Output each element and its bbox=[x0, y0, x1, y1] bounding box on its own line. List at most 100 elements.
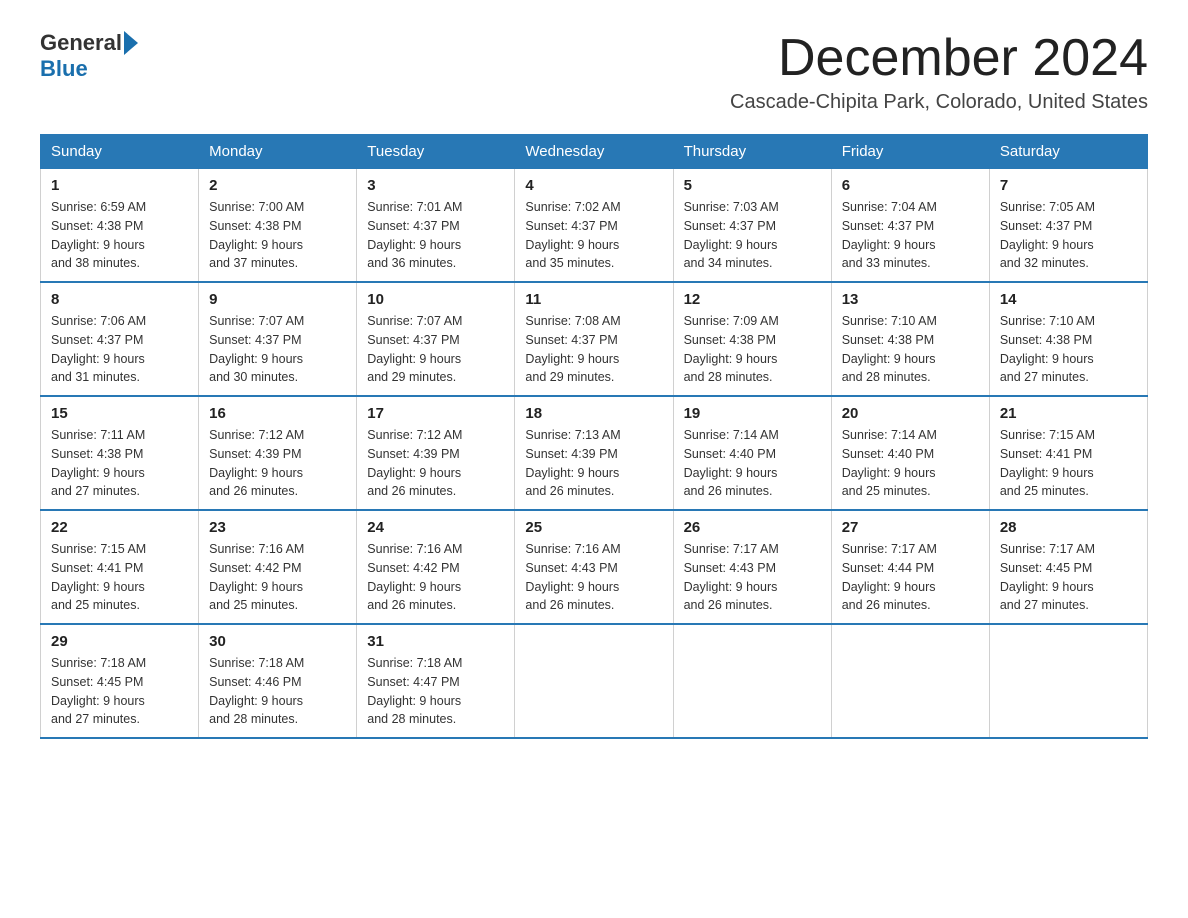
day-info: Sunrise: 7:12 AMSunset: 4:39 PMDaylight:… bbox=[209, 426, 346, 501]
day-number: 19 bbox=[684, 405, 821, 422]
day-number: 16 bbox=[209, 405, 346, 422]
day-info: Sunrise: 7:15 AMSunset: 4:41 PMDaylight:… bbox=[51, 540, 188, 615]
day-info: Sunrise: 7:09 AMSunset: 4:38 PMDaylight:… bbox=[684, 312, 821, 387]
day-number: 31 bbox=[367, 633, 504, 650]
calendar-cell: 15 Sunrise: 7:11 AMSunset: 4:38 PMDayligh… bbox=[41, 396, 199, 510]
day-number: 4 bbox=[525, 177, 662, 194]
day-info: Sunrise: 6:59 AMSunset: 4:38 PMDaylight:… bbox=[51, 198, 188, 273]
day-number: 13 bbox=[842, 291, 979, 308]
day-number: 15 bbox=[51, 405, 188, 422]
day-number: 7 bbox=[1000, 177, 1137, 194]
day-number: 17 bbox=[367, 405, 504, 422]
day-number: 22 bbox=[51, 519, 188, 536]
day-number: 20 bbox=[842, 405, 979, 422]
day-number: 3 bbox=[367, 177, 504, 194]
day-info: Sunrise: 7:07 AMSunset: 4:37 PMDaylight:… bbox=[209, 312, 346, 387]
calendar-cell: 22 Sunrise: 7:15 AMSunset: 4:41 PMDayligh… bbox=[41, 510, 199, 624]
calendar-cell: 8Sunrise: 7:06 AMSunset: 4:37 PMDaylight… bbox=[41, 282, 199, 396]
location-title: Cascade-Chipita Park, Colorado, United S… bbox=[730, 91, 1148, 114]
day-info: Sunrise: 7:02 AMSunset: 4:37 PMDaylight:… bbox=[525, 198, 662, 273]
day-info: Sunrise: 7:16 AMSunset: 4:42 PMDaylight:… bbox=[209, 540, 346, 615]
calendar-cell: 19Sunrise: 7:14 AMSunset: 4:40 PMDayligh… bbox=[673, 396, 831, 510]
day-info: Sunrise: 7:10 AMSunset: 4:38 PMDaylight:… bbox=[842, 312, 979, 387]
calendar-cell: 7 Sunrise: 7:05 AMSunset: 4:37 PMDaylight… bbox=[989, 169, 1147, 283]
day-info: Sunrise: 7:00 AMSunset: 4:38 PMDaylight:… bbox=[209, 198, 346, 273]
day-info: Sunrise: 7:16 AMSunset: 4:42 PMDaylight:… bbox=[367, 540, 504, 615]
day-info: Sunrise: 7:17 AMSunset: 4:43 PMDaylight:… bbox=[684, 540, 821, 615]
calendar-cell: 5Sunrise: 7:03 AMSunset: 4:37 PMDaylight… bbox=[673, 169, 831, 283]
calendar-cell: 29Sunrise: 7:18 AMSunset: 4:45 PMDayligh… bbox=[41, 624, 199, 738]
day-info: Sunrise: 7:13 AMSunset: 4:39 PMDaylight:… bbox=[525, 426, 662, 501]
logo-blue-text: Blue bbox=[40, 56, 88, 81]
day-number: 26 bbox=[684, 519, 821, 536]
calendar-cell: 17 Sunrise: 7:12 AMSunset: 4:39 PMDayligh… bbox=[357, 396, 515, 510]
logo-arrow-icon bbox=[124, 31, 138, 55]
page-header: General Blue December 2024 Cascade-Chipi… bbox=[40, 30, 1148, 114]
calendar-cell: 26 Sunrise: 7:17 AMSunset: 4:43 PMDayligh… bbox=[673, 510, 831, 624]
calendar-cell: 9 Sunrise: 7:07 AMSunset: 4:37 PMDaylight… bbox=[199, 282, 357, 396]
header-tuesday: Tuesday bbox=[357, 135, 515, 169]
day-number: 10 bbox=[367, 291, 504, 308]
calendar-cell: 21Sunrise: 7:15 AMSunset: 4:41 PMDayligh… bbox=[989, 396, 1147, 510]
month-title: December 2024 bbox=[730, 30, 1148, 87]
day-info: Sunrise: 7:07 AMSunset: 4:37 PMDaylight:… bbox=[367, 312, 504, 387]
calendar-cell: 6 Sunrise: 7:04 AMSunset: 4:37 PMDaylight… bbox=[831, 169, 989, 283]
day-info: Sunrise: 7:14 AMSunset: 4:40 PMDaylight:… bbox=[842, 426, 979, 501]
calendar-week-row: 8Sunrise: 7:06 AMSunset: 4:37 PMDaylight… bbox=[41, 282, 1148, 396]
day-number: 9 bbox=[209, 291, 346, 308]
calendar-cell: 25 Sunrise: 7:16 AMSunset: 4:43 PMDayligh… bbox=[515, 510, 673, 624]
calendar-cell: 4 Sunrise: 7:02 AMSunset: 4:37 PMDaylight… bbox=[515, 169, 673, 283]
day-number: 11 bbox=[525, 291, 662, 308]
day-info: Sunrise: 7:08 AMSunset: 4:37 PMDaylight:… bbox=[525, 312, 662, 387]
header-sunday: Sunday bbox=[41, 135, 199, 169]
day-info: Sunrise: 7:17 AMSunset: 4:44 PMDaylight:… bbox=[842, 540, 979, 615]
calendar-header-row: SundayMondayTuesdayWednesdayThursdayFrid… bbox=[41, 135, 1148, 169]
logo-general-text: General bbox=[40, 30, 122, 56]
calendar-cell: 24Sunrise: 7:16 AMSunset: 4:42 PMDayligh… bbox=[357, 510, 515, 624]
calendar-cell: 13 Sunrise: 7:10 AMSunset: 4:38 PMDayligh… bbox=[831, 282, 989, 396]
day-number: 21 bbox=[1000, 405, 1137, 422]
calendar-cell: 2Sunrise: 7:00 AMSunset: 4:38 PMDaylight… bbox=[199, 169, 357, 283]
calendar-cell bbox=[831, 624, 989, 738]
header-wednesday: Wednesday bbox=[515, 135, 673, 169]
day-number: 6 bbox=[842, 177, 979, 194]
day-number: 8 bbox=[51, 291, 188, 308]
day-info: Sunrise: 7:18 AMSunset: 4:47 PMDaylight:… bbox=[367, 654, 504, 729]
day-number: 25 bbox=[525, 519, 662, 536]
calendar-cell: 23Sunrise: 7:16 AMSunset: 4:42 PMDayligh… bbox=[199, 510, 357, 624]
header-monday: Monday bbox=[199, 135, 357, 169]
day-info: Sunrise: 7:10 AMSunset: 4:38 PMDaylight:… bbox=[1000, 312, 1137, 387]
calendar-cell: 20 Sunrise: 7:14 AMSunset: 4:40 PMDayligh… bbox=[831, 396, 989, 510]
calendar-cell: 12 Sunrise: 7:09 AMSunset: 4:38 PMDayligh… bbox=[673, 282, 831, 396]
calendar-cell: 14Sunrise: 7:10 AMSunset: 4:38 PMDayligh… bbox=[989, 282, 1147, 396]
day-info: Sunrise: 7:04 AMSunset: 4:37 PMDaylight:… bbox=[842, 198, 979, 273]
day-info: Sunrise: 7:05 AMSunset: 4:37 PMDaylight:… bbox=[1000, 198, 1137, 273]
day-number: 30 bbox=[209, 633, 346, 650]
day-info: Sunrise: 7:18 AMSunset: 4:45 PMDaylight:… bbox=[51, 654, 188, 729]
calendar-cell bbox=[989, 624, 1147, 738]
calendar-cell: 31 Sunrise: 7:18 AMSunset: 4:47 PMDayligh… bbox=[357, 624, 515, 738]
day-info: Sunrise: 7:17 AMSunset: 4:45 PMDaylight:… bbox=[1000, 540, 1137, 615]
day-number: 18 bbox=[525, 405, 662, 422]
calendar-cell: 1 Sunrise: 6:59 AMSunset: 4:38 PMDaylight… bbox=[41, 169, 199, 283]
day-number: 1 bbox=[51, 177, 188, 194]
calendar-cell: 27Sunrise: 7:17 AMSunset: 4:44 PMDayligh… bbox=[831, 510, 989, 624]
calendar-table: SundayMondayTuesdayWednesdayThursdayFrid… bbox=[40, 134, 1148, 739]
calendar-cell: 30 Sunrise: 7:18 AMSunset: 4:46 PMDayligh… bbox=[199, 624, 357, 738]
calendar-cell: 3 Sunrise: 7:01 AMSunset: 4:37 PMDaylight… bbox=[357, 169, 515, 283]
day-info: Sunrise: 7:18 AMSunset: 4:46 PMDaylight:… bbox=[209, 654, 346, 729]
calendar-week-row: 29Sunrise: 7:18 AMSunset: 4:45 PMDayligh… bbox=[41, 624, 1148, 738]
calendar-cell bbox=[515, 624, 673, 738]
header-saturday: Saturday bbox=[989, 135, 1147, 169]
day-info: Sunrise: 7:01 AMSunset: 4:37 PMDaylight:… bbox=[367, 198, 504, 273]
title-area: December 2024 Cascade-Chipita Park, Colo… bbox=[730, 30, 1148, 114]
day-info: Sunrise: 7:16 AMSunset: 4:43 PMDaylight:… bbox=[525, 540, 662, 615]
header-thursday: Thursday bbox=[673, 135, 831, 169]
calendar-cell: 18 Sunrise: 7:13 AMSunset: 4:39 PMDayligh… bbox=[515, 396, 673, 510]
logo: General Blue bbox=[40, 30, 140, 82]
calendar-week-row: 1 Sunrise: 6:59 AMSunset: 4:38 PMDaylight… bbox=[41, 169, 1148, 283]
calendar-week-row: 15 Sunrise: 7:11 AMSunset: 4:38 PMDayligh… bbox=[41, 396, 1148, 510]
day-info: Sunrise: 7:11 AMSunset: 4:38 PMDaylight:… bbox=[51, 426, 188, 501]
day-number: 12 bbox=[684, 291, 821, 308]
day-info: Sunrise: 7:12 AMSunset: 4:39 PMDaylight:… bbox=[367, 426, 504, 501]
